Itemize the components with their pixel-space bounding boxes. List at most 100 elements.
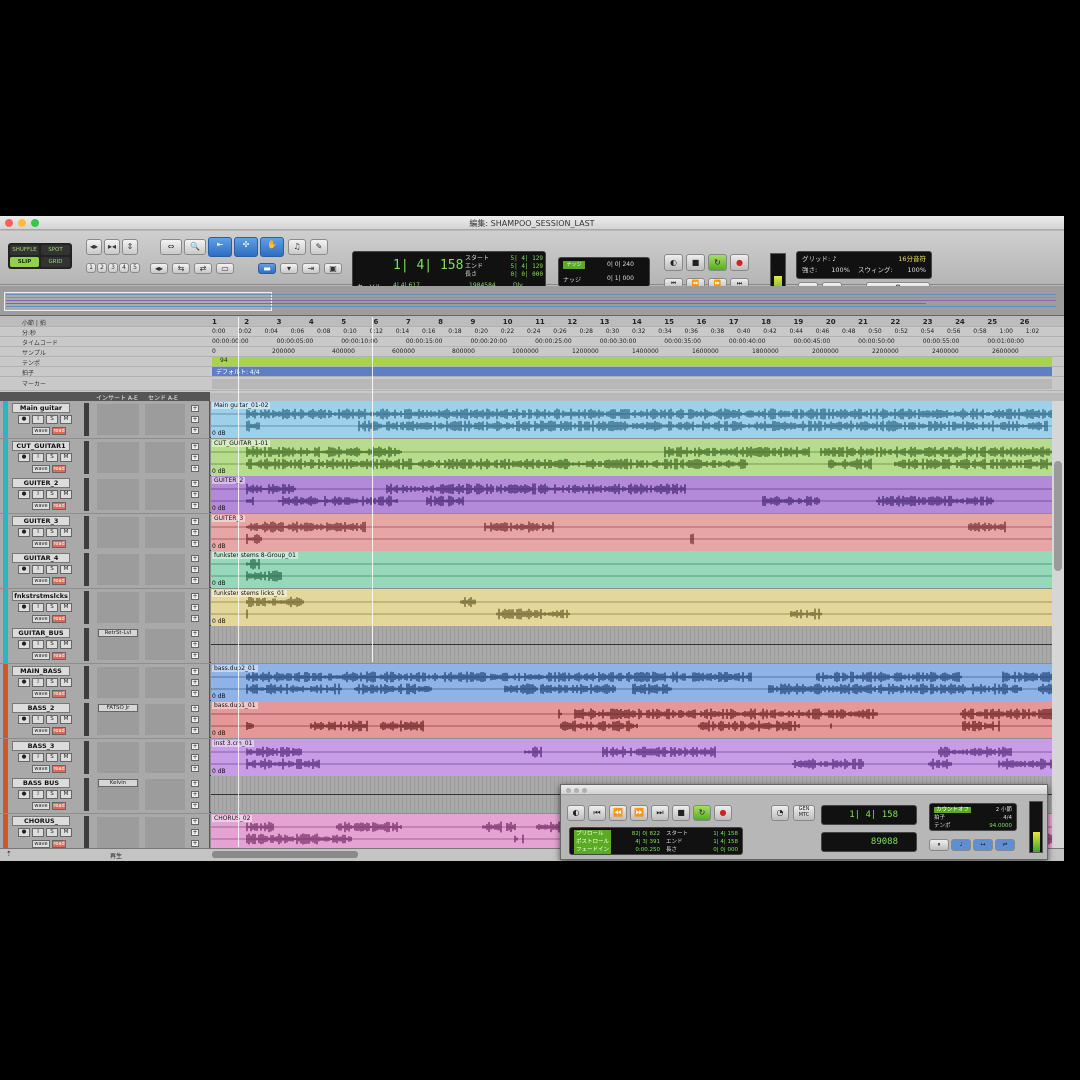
track-row[interactable]: BASS_2 ● I S Mwave read FATSO Jr + + + bass.dup1_0…: [0, 701, 1052, 738]
mute-button[interactable]: M: [60, 677, 72, 687]
track-playlist-lane[interactable]: bass.dup1_01 0 dB: [211, 701, 1052, 738]
wait-for-note-icon[interactable]: ⏸: [929, 839, 949, 851]
zoom-preset-3[interactable]: 3: [108, 263, 118, 273]
zoom-preset-1[interactable]: 1: [86, 263, 96, 273]
clip-gain-label[interactable]: 0 dB: [212, 730, 226, 737]
transport-minimize-button[interactable]: [574, 788, 579, 793]
mute-button[interactable]: M: [60, 602, 72, 612]
zoomer-tool-icon[interactable]: 🔍: [184, 239, 206, 255]
track-name[interactable]: GUITER_2: [12, 478, 70, 488]
track-header[interactable]: Main guitar ● I S Mwave read + + +: [0, 401, 210, 438]
clip-name[interactable]: bass.dup2_01: [212, 664, 258, 672]
track-view-selector[interactable]: wave: [32, 464, 50, 473]
track-header[interactable]: BASS_2 ● I S Mwave read FATSO Jr + + +: [0, 701, 210, 738]
send-slots[interactable]: [145, 441, 185, 473]
input-monitor-button[interactable]: I: [32, 527, 44, 537]
track-row[interactable]: CUT_GUITAR1 ● I S Mwave read + + + CUT_GUITAR_1-0…: [0, 438, 1052, 476]
add-send-icon[interactable]: +: [191, 416, 199, 423]
track-view-selector[interactable]: wave: [32, 614, 50, 623]
insert-plugin[interactable]: RetrSt-Lvl: [98, 629, 138, 637]
shuffle-mode-button[interactable]: SHUFFLE: [10, 245, 39, 255]
mute-button[interactable]: M: [60, 527, 72, 537]
insert-slots[interactable]: FATSO Jr: [97, 704, 139, 735]
spot-mode-button[interactable]: SPOT: [41, 245, 70, 255]
play-icon[interactable]: ↻: [708, 254, 727, 271]
record-arm-button[interactable]: ●: [18, 640, 30, 649]
transport-rtz-icon[interactable]: ⏮: [588, 805, 606, 821]
record-arm-button[interactable]: ●: [18, 752, 30, 762]
midi-grid-panel[interactable]: グリッド: ♪ 16分音符 強さ: 100% スウィング: 100%: [796, 251, 932, 279]
clip-gain-label[interactable]: 0 dB: [212, 580, 226, 587]
marker-lane[interactable]: [212, 379, 1052, 389]
automation-mode-selector[interactable]: read: [52, 427, 66, 435]
mute-button[interactable]: M: [60, 452, 72, 462]
track-view-selector[interactable]: wave: [32, 502, 50, 510]
track-playlist-lane[interactable]: funkster stems 8-Group_01 0 dB: [211, 551, 1052, 588]
clip-name[interactable]: funkster stems licks_01: [212, 589, 287, 597]
input-monitor-button[interactable]: I: [32, 602, 44, 612]
track-name[interactable]: fnkstrstmslcks: [12, 590, 70, 601]
clip-gain-label[interactable]: 0 dB: [212, 468, 226, 475]
add-send-icon[interactable]: +: [191, 566, 199, 573]
add-insert-icon[interactable]: +: [191, 517, 199, 525]
pencil-tool-icon[interactable]: ✎: [310, 239, 328, 255]
add-insert-icon[interactable]: +: [191, 555, 199, 562]
nudge-grid-display[interactable]: ナッジ 0| 0| 240 ナッジ 0| 1| 000: [558, 257, 650, 287]
record-arm-button[interactable]: ●: [18, 565, 30, 574]
track-header[interactable]: CUT_GUITAR1 ● I S Mwave read + + +: [0, 438, 210, 476]
add-insert-icon[interactable]: +: [191, 780, 199, 787]
automation-follows-icon[interactable]: ▾: [280, 263, 298, 274]
clip-name[interactable]: CUT_GUITAR_1-01: [212, 439, 271, 447]
track-name[interactable]: BASS BUS: [12, 778, 70, 788]
postroll-label[interactable]: ポストロール: [574, 838, 612, 846]
transport-online-icon[interactable]: ◐: [567, 805, 585, 821]
solo-button[interactable]: S: [46, 715, 58, 724]
input-monitor-button[interactable]: I: [32, 827, 44, 837]
slip-mode-button[interactable]: SLIP: [10, 257, 39, 267]
add-track-icon[interactable]: +: [191, 764, 199, 772]
input-monitor-button[interactable]: I: [32, 452, 44, 462]
transport-stop-icon[interactable]: ■: [672, 805, 690, 821]
track-header[interactable]: GUITER_2 ● I S Mwave read + + +: [0, 476, 210, 513]
trim-tool-icon[interactable]: ⇤: [208, 237, 232, 257]
clip-name[interactable]: Main guitar_01-02: [212, 402, 271, 409]
track-playlist-lane[interactable]: [211, 626, 1052, 663]
mute-button[interactable]: M: [60, 640, 72, 649]
insert-slots[interactable]: [97, 554, 139, 585]
strength-value[interactable]: 100%: [831, 266, 850, 274]
send-slots[interactable]: [145, 816, 185, 848]
link-selection-icon[interactable]: ⇄: [194, 263, 212, 274]
transport-rewind-icon[interactable]: ⏪: [609, 805, 627, 821]
send-slots[interactable]: [145, 741, 185, 773]
zoom-in-horizontal-icon[interactable]: ◂▸: [86, 239, 102, 255]
tab-to-transient-icon[interactable]: ◂▸: [150, 263, 168, 274]
insert-slots[interactable]: [97, 516, 139, 548]
grid-toggle-button[interactable]: ナッジ: [563, 261, 585, 269]
link-timeline-icon[interactable]: ⇆: [172, 263, 190, 274]
insert-slots[interactable]: Kelvin: [97, 779, 139, 810]
add-track-icon[interactable]: +: [191, 502, 199, 509]
add-send-icon[interactable]: +: [191, 753, 199, 761]
solo-button[interactable]: S: [46, 752, 58, 762]
clip-gain-label[interactable]: 0 dB: [212, 618, 226, 625]
track-header[interactable]: MAIN_BASS ● I S Mwave read + + +: [0, 663, 210, 701]
horizontal-scrollbar-thumb[interactable]: [212, 851, 358, 858]
postroll-value[interactable]: 4| 3| 391: [620, 838, 660, 846]
solo-button[interactable]: S: [46, 677, 58, 687]
automation-mode-selector[interactable]: read: [52, 577, 66, 585]
track-name[interactable]: BASS_3: [12, 740, 70, 751]
track-header[interactable]: GUITER_3 ● I S Mwave read + + +: [0, 513, 210, 551]
add-track-icon[interactable]: +: [191, 577, 199, 584]
zoom-preset-2[interactable]: 2: [97, 263, 107, 273]
add-insert-icon[interactable]: +: [191, 742, 199, 750]
solo-button[interactable]: S: [46, 527, 58, 537]
swing-value[interactable]: 100%: [907, 265, 926, 276]
record-icon[interactable]: ●: [730, 254, 749, 271]
track-row[interactable]: GUITER_2 ● I S Mwave read + + + GUITER_2 0 dB: [0, 476, 1052, 513]
mute-button[interactable]: M: [60, 827, 72, 837]
add-insert-icon[interactable]: +: [191, 817, 199, 825]
solo-button[interactable]: S: [46, 827, 58, 837]
track-header[interactable]: CHORUS_ ● I S Mwave read + + +: [0, 813, 210, 848]
input-monitor-button[interactable]: I: [32, 565, 44, 574]
add-track-icon[interactable]: +: [191, 802, 199, 809]
